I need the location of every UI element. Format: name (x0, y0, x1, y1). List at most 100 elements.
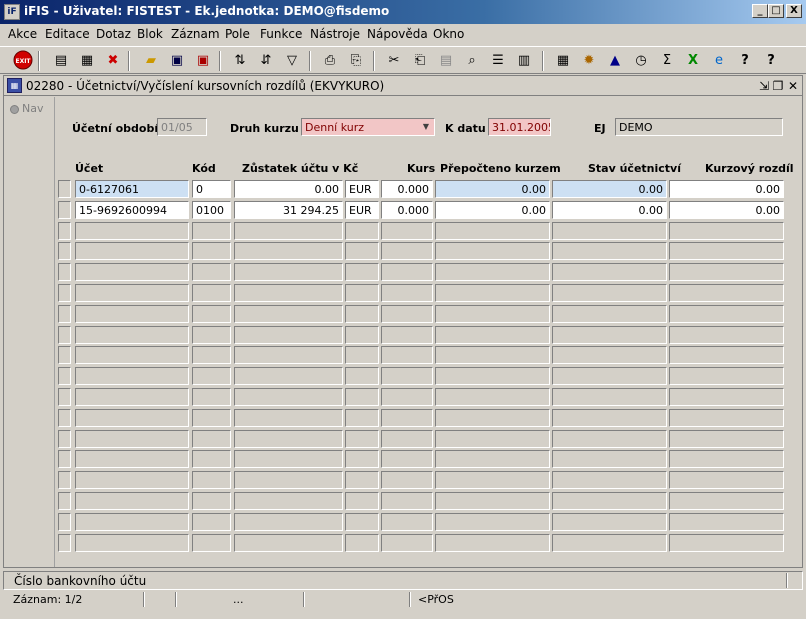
cell-prepocteno[interactable] (435, 346, 550, 365)
cell-ucet[interactable] (75, 533, 189, 552)
chart-icon[interactable]: ▲ (604, 50, 626, 72)
calculator-icon[interactable]: ▦ (552, 50, 574, 72)
cell-stav[interactable] (552, 346, 667, 365)
chevron-down-icon[interactable]: ▼ (420, 121, 432, 133)
cell-rozdil[interactable] (669, 429, 784, 448)
menu-zaznam[interactable]: Záznam (171, 27, 220, 41)
delete-icon[interactable]: ✖ (102, 50, 124, 72)
cell-prepocteno[interactable]: 0.00 (435, 200, 550, 219)
cell-mena[interactable] (345, 471, 379, 490)
cell-kod[interactable] (192, 450, 231, 469)
cell-prepocteno[interactable] (435, 512, 550, 531)
exit-button[interactable]: EXIT (12, 50, 34, 72)
row-selector[interactable] (58, 346, 71, 365)
row-selector[interactable] (58, 304, 71, 323)
cell-rozdil[interactable] (669, 325, 784, 344)
form-close-button[interactable]: ✕ (787, 79, 799, 93)
columns-icon[interactable]: ▥ (513, 50, 535, 72)
browser-icon[interactable]: e (708, 50, 730, 72)
cell-ucet[interactable] (75, 346, 189, 365)
nav-radio[interactable] (10, 105, 19, 114)
row-selector[interactable] (58, 367, 71, 386)
copy-icon[interactable]: ⎗ (409, 50, 431, 72)
cell-prepocteno[interactable] (435, 325, 550, 344)
row-selector[interactable] (58, 450, 71, 469)
save-icon[interactable]: ▣ (166, 50, 188, 72)
row-selector[interactable] (58, 200, 71, 219)
cell-zustatek[interactable] (234, 221, 343, 240)
sort-asc-icon[interactable]: ⇅ (229, 50, 251, 72)
cell-prepocteno[interactable] (435, 471, 550, 490)
ej-field[interactable]: DEMO (615, 118, 783, 136)
cell-ucet[interactable] (75, 429, 189, 448)
cell-rozdil[interactable] (669, 242, 784, 261)
cell-rozdil[interactable] (669, 284, 784, 302)
cell-stav[interactable] (552, 325, 667, 344)
cell-kurs[interactable] (381, 450, 433, 469)
cell-prepocteno[interactable] (435, 367, 550, 386)
cell-kurs[interactable] (381, 304, 433, 323)
cell-ucet[interactable] (75, 492, 189, 510)
paste-icon[interactable]: ▤ (435, 50, 457, 72)
cell-mena[interactable] (345, 263, 379, 282)
cell-mena[interactable] (345, 221, 379, 240)
cell-kurs[interactable] (381, 492, 433, 510)
cell-kod[interactable]: 0100 (192, 200, 231, 219)
cell-kod[interactable] (192, 492, 231, 510)
cell-zustatek[interactable] (234, 346, 343, 365)
form-restore-button[interactable]: ❐ (772, 79, 784, 93)
cell-kod[interactable] (192, 221, 231, 240)
cell-prepocteno[interactable] (435, 263, 550, 282)
cell-kurs[interactable] (381, 263, 433, 282)
cell-ucet[interactable] (75, 471, 189, 490)
settings-icon[interactable]: ✹ (578, 50, 600, 72)
cell-rozdil[interactable] (669, 367, 784, 386)
cell-prepocteno[interactable] (435, 533, 550, 552)
cell-stav[interactable]: 0.00 (552, 200, 667, 219)
cell-mena[interactable] (345, 284, 379, 302)
cell-ucet[interactable] (75, 450, 189, 469)
cell-kurs[interactable] (381, 471, 433, 490)
cell-prepocteno[interactable]: 0.00 (435, 180, 550, 198)
open-folder-icon[interactable]: ▰ (140, 50, 162, 72)
cell-stav[interactable] (552, 304, 667, 323)
maximize-button[interactable]: □ (768, 4, 784, 18)
cell-ucet[interactable] (75, 388, 189, 406)
menu-akce[interactable]: Akce (8, 27, 37, 41)
cell-stav[interactable] (552, 492, 667, 510)
cell-kod[interactable] (192, 346, 231, 365)
cell-zustatek[interactable] (234, 304, 343, 323)
k-datu-field[interactable]: 31.01.2005 (488, 118, 551, 136)
cell-ucet[interactable] (75, 325, 189, 344)
cell-kod[interactable] (192, 533, 231, 552)
cell-zustatek[interactable] (234, 492, 343, 510)
cell-kurs[interactable] (381, 325, 433, 344)
new-icon[interactable]: ▦ (76, 50, 98, 72)
cell-rozdil[interactable] (669, 263, 784, 282)
cell-mena[interactable] (345, 367, 379, 386)
minimize-button[interactable]: _ (752, 4, 768, 18)
cell-mena[interactable] (345, 512, 379, 531)
help-icon[interactable]: ? (734, 50, 756, 72)
cell-kurs[interactable] (381, 284, 433, 302)
cell-mena[interactable] (345, 346, 379, 365)
cell-stav[interactable] (552, 388, 667, 406)
cell-kod[interactable] (192, 512, 231, 531)
menu-napoveda[interactable]: Nápověda (367, 27, 428, 41)
remove-icon[interactable]: ▣ (192, 50, 214, 72)
cell-rozdil[interactable] (669, 221, 784, 240)
cell-kurs[interactable] (381, 346, 433, 365)
cell-ucet[interactable] (75, 263, 189, 282)
sort-desc-icon[interactable]: ⇵ (255, 50, 277, 72)
menu-pole[interactable]: Pole (225, 27, 250, 41)
cell-zustatek[interactable] (234, 325, 343, 344)
cell-rozdil[interactable]: 0.00 (669, 200, 784, 219)
cell-zustatek[interactable] (234, 284, 343, 302)
row-selector[interactable] (58, 242, 71, 261)
druh-kurzu-select[interactable]: Denní kurz ▼ (301, 118, 435, 136)
cell-rozdil[interactable] (669, 450, 784, 469)
cell-stav[interactable] (552, 367, 667, 386)
cell-rozdil[interactable] (669, 388, 784, 406)
cell-zustatek[interactable] (234, 512, 343, 531)
cell-ucet[interactable] (75, 221, 189, 240)
